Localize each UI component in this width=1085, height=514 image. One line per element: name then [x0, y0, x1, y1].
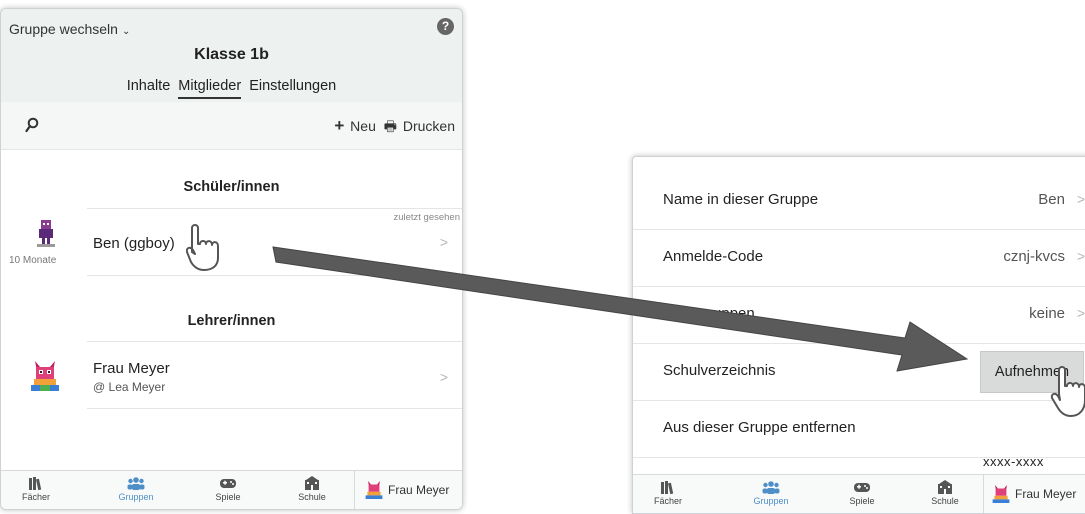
hand-pointer-icon [1050, 366, 1085, 417]
connector-arrow [272, 246, 969, 372]
hand-pointer-icon [186, 224, 219, 271]
